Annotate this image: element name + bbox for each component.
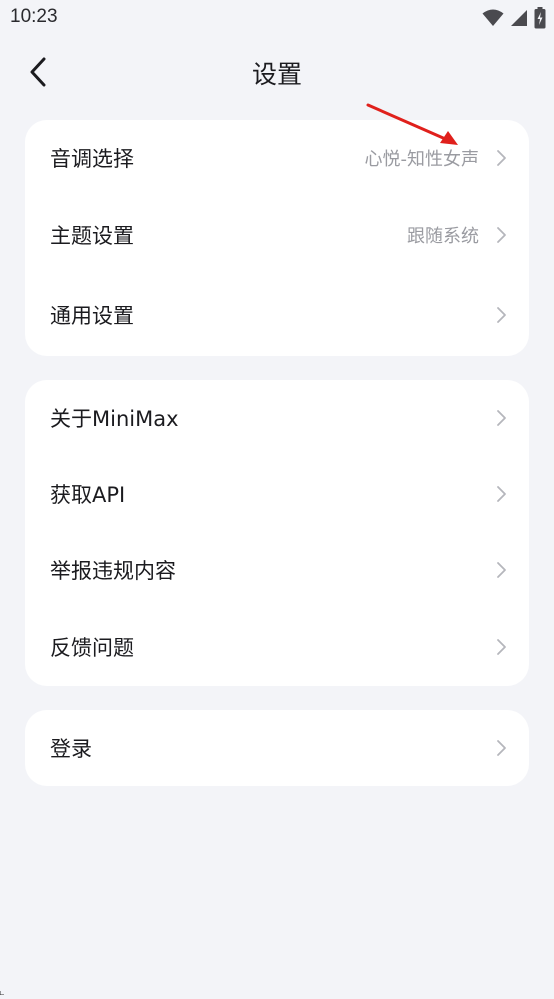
battery-charging-icon <box>534 7 546 29</box>
chevron-right-icon <box>495 485 507 503</box>
page-title: 设置 <box>0 55 554 91</box>
settings-item-label: 举报违规内容 <box>50 555 176 585</box>
settings-item-general[interactable]: 通用设置 <box>25 273 529 356</box>
status-time: 10:23 <box>10 6 58 28</box>
settings-item-label: 关于MiniMax <box>50 403 179 433</box>
settings-group-about: 关于MiniMax 获取API 举报违规内容 反馈问题 <box>25 380 529 686</box>
chevron-right-icon <box>495 739 507 757</box>
settings-item-value: 心悦-知性女声 <box>365 145 480 171</box>
settings-item-about-minimax[interactable]: 关于MiniMax <box>25 380 529 456</box>
settings-item-value: 跟随系统 <box>407 222 479 248</box>
chevron-right-icon <box>495 409 507 427</box>
corner-mark <box>0 980 4 984</box>
wifi-icon <box>482 9 504 27</box>
settings-item-label: 通用设置 <box>50 300 134 330</box>
settings-item-label: 反馈问题 <box>50 632 134 662</box>
settings-item-get-api[interactable]: 获取API <box>25 456 529 532</box>
status-icons <box>482 7 546 29</box>
settings-item-feedback[interactable]: 反馈问题 <box>25 608 529 686</box>
settings-item-label: 音调选择 <box>50 143 134 173</box>
settings-item-tone-selection[interactable]: 音调选择 心悦-知性女声 <box>25 120 529 196</box>
chevron-right-icon <box>495 638 507 656</box>
chevron-right-icon <box>495 226 507 244</box>
settings-item-label: 获取API <box>50 479 125 509</box>
settings-group-account: 登录 <box>25 710 529 786</box>
chevron-right-icon <box>495 306 507 324</box>
settings-item-login[interactable]: 登录 <box>25 710 529 786</box>
signal-icon <box>510 9 528 27</box>
nav-bar: 设置 <box>0 38 554 104</box>
chevron-right-icon <box>495 149 507 167</box>
settings-item-theme[interactable]: 主题设置 跟随系统 <box>25 196 529 273</box>
settings-item-label: 登录 <box>50 733 92 763</box>
settings-item-label: 主题设置 <box>50 220 134 250</box>
settings-item-report-content[interactable]: 举报违规内容 <box>25 532 529 608</box>
status-bar: 10:23 <box>0 0 554 38</box>
settings-group-preferences: 音调选择 心悦-知性女声 主题设置 跟随系统 通用设置 <box>25 120 529 356</box>
chevron-right-icon <box>495 561 507 579</box>
